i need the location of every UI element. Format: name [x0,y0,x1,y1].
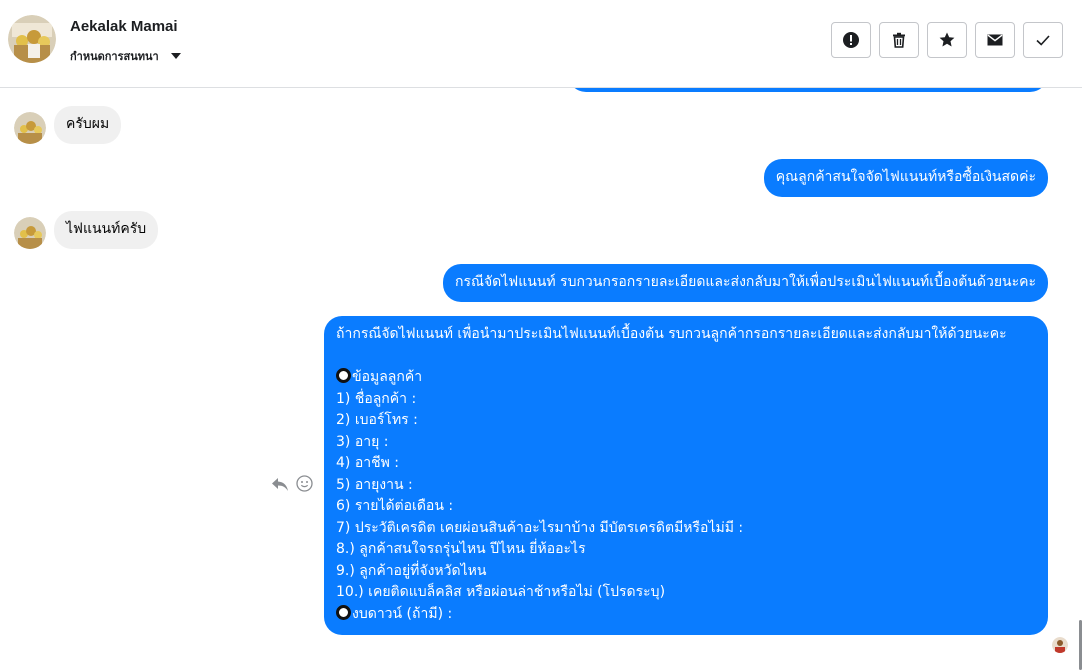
form-item: 5) อายุงาน : [336,476,413,493]
message-intro: ถ้ากรณีจัดไฟแนนท์ เพื่อนำมาประเมินไฟแนนท… [336,326,1007,342]
trash-icon [893,32,905,48]
form-item: 10.) เคยติดแบล็คลิส หรือผ่อนล่าช้าหรือไม… [336,584,666,600]
reply-icon[interactable] [270,474,290,494]
form-item: 1) ชื่อลูกค้า : [336,390,417,407]
form-item: 8.) ลูกค้าสนใจรถรุ่นไหน ปีไหน ยี่ห้ออะไร [336,541,586,557]
form-item: 2) เบอร์โทร : [336,412,418,428]
black-circle-icon [336,368,351,383]
conversation-status-label[interactable]: กำหนดการสนทนา [70,47,159,65]
form-item: 9.) ลูกค้าอยู่ที่จังหวัดไหน [336,562,487,579]
contact-name[interactable]: Aekalak Mamai [70,18,178,35]
seen-receipt-avatar [1052,637,1068,653]
outgoing-message[interactable]: คุณลูกค้าสนใจจัดไฟแนนท์หรือซื้อเงินสดค่ะ [763,159,1048,197]
previous-message-bubble [568,88,1048,92]
form-item: 4) อาชีพ : [336,455,399,471]
outgoing-message[interactable]: กรณีจัดไฟแนนท์ รบกวนกรอกรายละเอียดและส่ง… [442,264,1048,302]
form-footer: งบดาวน์ (ถ้ามี) : [352,605,453,622]
sender-avatar[interactable] [14,112,46,144]
black-circle-icon [336,604,351,620]
mark-done-button[interactable] [1023,22,1063,58]
contact-avatar[interactable] [8,15,56,63]
exclamation-circle-icon [843,32,859,48]
star-icon [939,32,955,47]
envelope-icon [987,34,1003,46]
form-item: 3) อายุ : [336,433,389,450]
incoming-message[interactable]: ครับผม [54,106,122,144]
check-icon [1036,35,1050,46]
form-item: 7) ประวัติเครดิต เคยผ่อนสินค้าอะไรมาบ้าง… [336,519,744,536]
delete-button[interactable] [879,22,919,58]
thread-scrollbar[interactable] [1078,88,1082,672]
star-button[interactable] [927,22,967,58]
mark-unread-button[interactable] [975,22,1015,58]
sender-avatar[interactable] [14,217,46,249]
chevron-down-icon[interactable] [170,53,181,59]
incoming-message[interactable]: ไฟแนนท์ครับ [54,211,159,249]
outgoing-message[interactable]: ถ้ากรณีจัดไฟแนนท์ เพื่อนำมาประเมินไฟแนนท… [324,316,1048,635]
smiley-icon[interactable] [296,475,313,492]
message-thread[interactable]: ครับผม คุณลูกค้าสนใจจัดไฟแนนท์หรือซื้อเง… [0,88,1082,672]
conversation-header: Aekalak Mamai กำหนดการสนทนา [0,0,1082,88]
section-title: ข้อมูลลูกค้า [352,369,423,385]
form-item: 6) รายได้ต่อเดือน : [336,498,454,514]
mark-spam-button[interactable] [831,22,871,58]
